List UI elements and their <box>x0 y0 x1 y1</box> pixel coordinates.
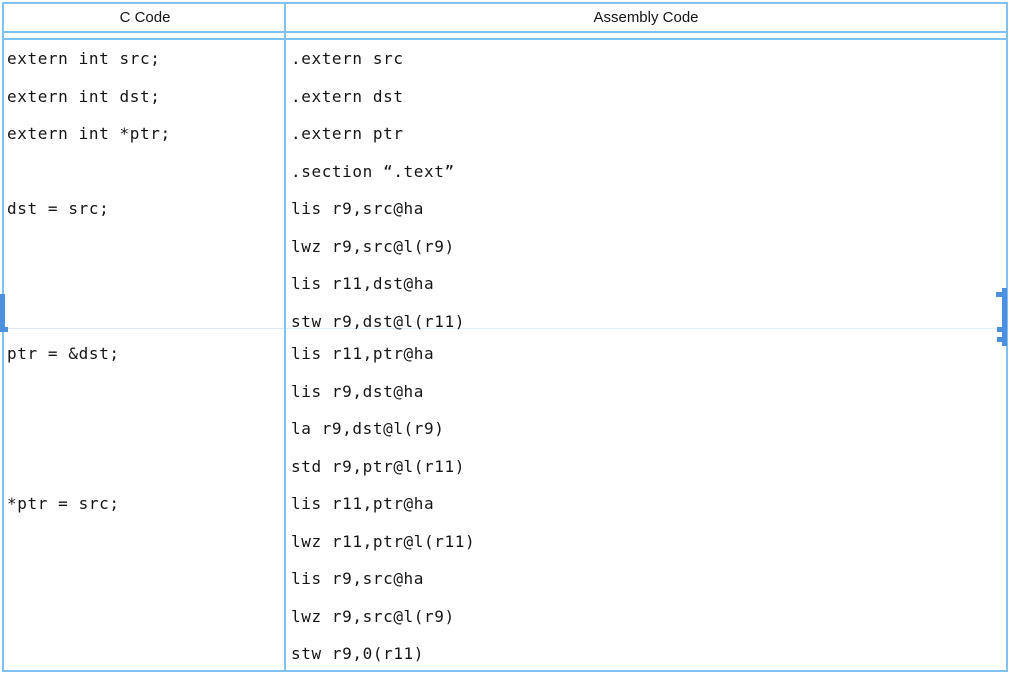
document-page: C Code Assembly Code extern int src;exte… <box>0 0 1013 676</box>
table-header-row: C Code Assembly Code <box>4 4 1006 31</box>
code-line <box>7 410 281 448</box>
code-line: lis r11,dst@ha <box>291 265 1001 303</box>
row-split-line-left <box>4 328 284 329</box>
column-header-assembly-code: Assembly Code <box>286 4 1006 31</box>
table-row-resize-tick-left[interactable] <box>5 327 8 332</box>
code-line: .extern ptr <box>291 115 1001 153</box>
table-row-resize-tick-right-top[interactable] <box>996 292 1002 297</box>
code-line: .section “.text” <box>291 153 1001 191</box>
code-line: stw r9,0(r11) <box>291 635 1001 673</box>
code-line: extern int *ptr; <box>7 115 281 153</box>
code-line: std r9,ptr@l(r11) <box>291 448 1001 486</box>
code-line: lwz r11,ptr@l(r11) <box>291 523 1001 561</box>
table-row-resize-tick-right-middle[interactable] <box>997 327 1002 332</box>
assembly-code-cell-row1: .extern src.extern dst.extern ptr.sectio… <box>291 40 1001 340</box>
c-code-cell-row1: extern int src;extern int dst;extern int… <box>7 40 281 228</box>
code-line: dst = src; <box>7 190 281 228</box>
code-line: extern int dst; <box>7 78 281 116</box>
code-line: lis r11,ptr@ha <box>291 485 1001 523</box>
column-divider <box>284 4 286 670</box>
code-line <box>7 373 281 411</box>
c-code-cell-row2: ptr = &dst; *ptr = src; <box>7 335 281 523</box>
column-header-c-code: C Code <box>4 4 286 31</box>
header-divider-line-top <box>4 31 1006 33</box>
code-line: la r9,dst@l(r9) <box>291 410 1001 448</box>
code-line <box>7 153 281 191</box>
table-row-resize-tick-right-bottom[interactable] <box>997 337 1002 342</box>
code-line: .extern dst <box>291 78 1001 116</box>
code-line: *ptr = src; <box>7 485 281 523</box>
code-comparison-table: C Code Assembly Code extern int src;exte… <box>2 2 1008 672</box>
code-line: lis r9,src@ha <box>291 190 1001 228</box>
table-row-resize-handle-right[interactable] <box>1002 288 1007 346</box>
code-line: .extern src <box>291 40 1001 78</box>
code-line <box>7 448 281 486</box>
code-line: lwz r9,src@l(r9) <box>291 598 1001 636</box>
code-line: lis r11,ptr@ha <box>291 335 1001 373</box>
code-line: lis r9,dst@ha <box>291 373 1001 411</box>
assembly-code-cell-row2: lis r11,ptr@halis r9,dst@hala r9,dst@l(r… <box>291 335 1001 673</box>
code-line: lwz r9,src@l(r9) <box>291 228 1001 266</box>
code-line: extern int src; <box>7 40 281 78</box>
code-line: ptr = &dst; <box>7 335 281 373</box>
code-line: lis r9,src@ha <box>291 560 1001 598</box>
